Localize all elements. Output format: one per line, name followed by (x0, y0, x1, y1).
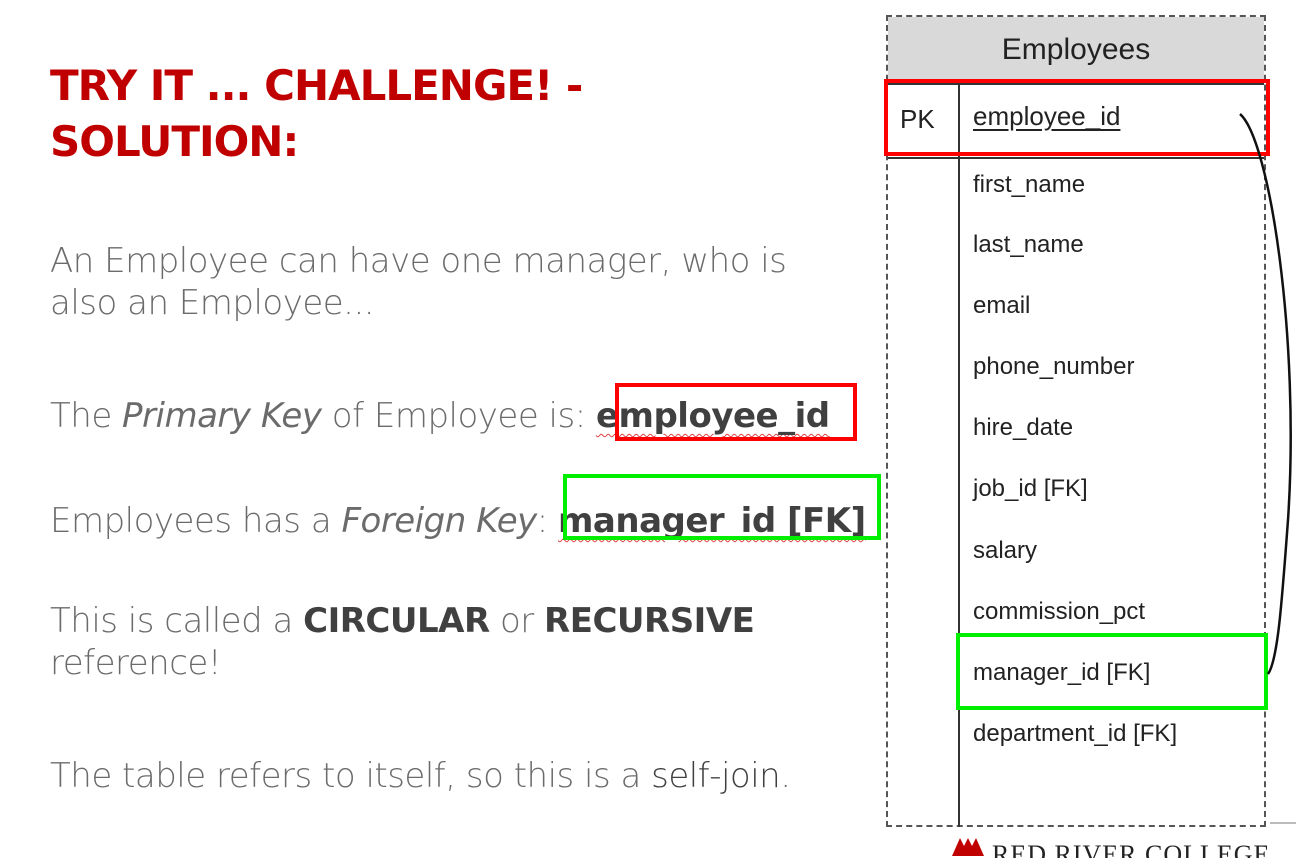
p2-italic: Primary Key (122, 396, 322, 436)
er-key-divider (888, 157, 1264, 159)
footer-rule (1270, 822, 1296, 824)
er-field: job_id [FK] (973, 475, 1088, 502)
college-logo: RED RIVER COLLEGE (950, 832, 1270, 858)
p4-prefix: This is called a (50, 601, 304, 641)
er-field: phone_number (973, 353, 1135, 380)
er-field: first_name (973, 171, 1086, 198)
p4-bold2: RECURSIVE (544, 601, 755, 641)
p4-bold1: CIRCULAR (303, 601, 490, 641)
er-column-divider (958, 83, 960, 827)
er-field: department_id [FK] (973, 720, 1178, 747)
p2-middle: of Employee is: (321, 396, 596, 436)
slide-title: TRY IT ... CHALLENGE! - SOLUTION: (50, 58, 770, 170)
title-line-2: SOLUTION: (50, 117, 299, 166)
p5-prefix: The table refers to itself, so this is a (50, 756, 652, 796)
p3-italic: Foreign Key (341, 501, 537, 541)
p4-line2: reference! (50, 643, 221, 683)
p4-line1: This is called a CIRCULAR or RECURSIVE (50, 600, 755, 642)
er-field: salary (973, 537, 1038, 564)
p5-strong: self-join (651, 756, 781, 796)
p2-prefix: The (50, 396, 123, 436)
college-emblem-icon (952, 838, 984, 856)
p1-line1: An Employee can have one manager, who is (50, 241, 787, 281)
primary-key-highlight-box (615, 383, 857, 441)
er-table-header: Employees (888, 17, 1264, 85)
p5-suffix: . (780, 756, 791, 796)
er-field: email (973, 292, 1031, 319)
p1-line2: also an Employee... (50, 283, 375, 323)
er-foreign-key-highlight (956, 633, 1268, 710)
er-field: commission_pct (973, 598, 1146, 625)
paragraph-circular: This is called a CIRCULAR or RECURSIVE r… (50, 600, 755, 684)
p4-or: or (489, 601, 545, 641)
er-primary-key-highlight (884, 79, 1270, 156)
self-reference-arrow (1239, 113, 1292, 675)
college-name: RED RIVER COLLEGE (992, 840, 1270, 858)
er-field: hire_date (973, 414, 1074, 441)
foreign-key-highlight-box (563, 474, 881, 540)
title-line-1: TRY IT ... CHALLENGE! - (50, 61, 583, 110)
p3-middle: : (536, 501, 558, 541)
paragraph-self-join: The table refers to itself, so this is a… (50, 755, 791, 797)
paragraph-manager: An Employee can have one manager, who is… (50, 240, 787, 324)
p3-prefix: Employees has a (50, 501, 342, 541)
er-field: last_name (973, 231, 1084, 258)
